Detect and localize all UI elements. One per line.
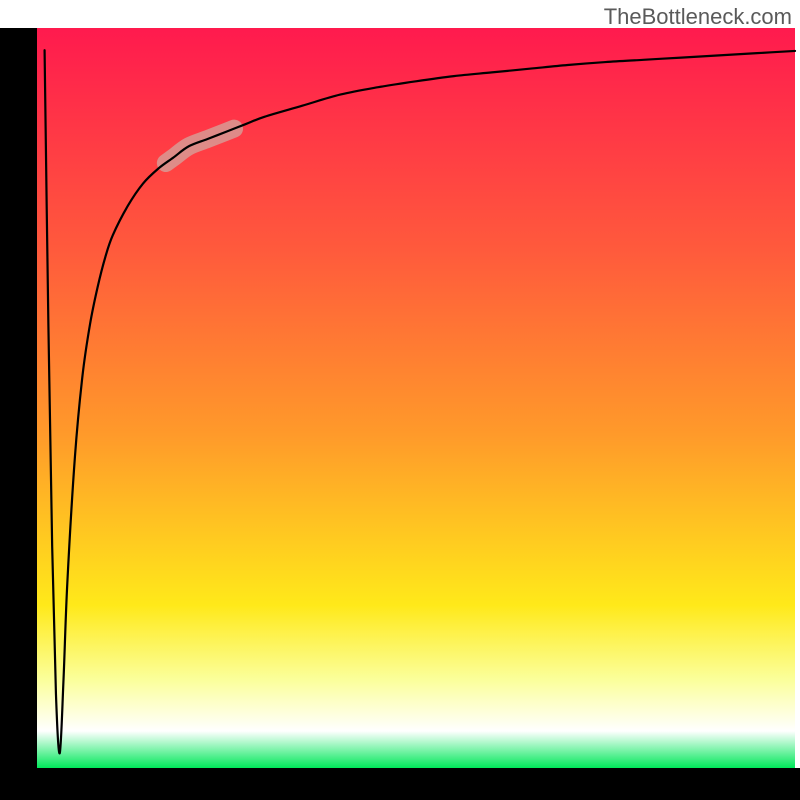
axis-left (0, 28, 37, 800)
attribution-label: TheBottleneck.com (604, 4, 792, 30)
plot-background (37, 28, 795, 768)
chart-svg (0, 0, 800, 800)
axis-bottom (0, 768, 800, 800)
chart-root: TheBottleneck.com (0, 0, 800, 800)
